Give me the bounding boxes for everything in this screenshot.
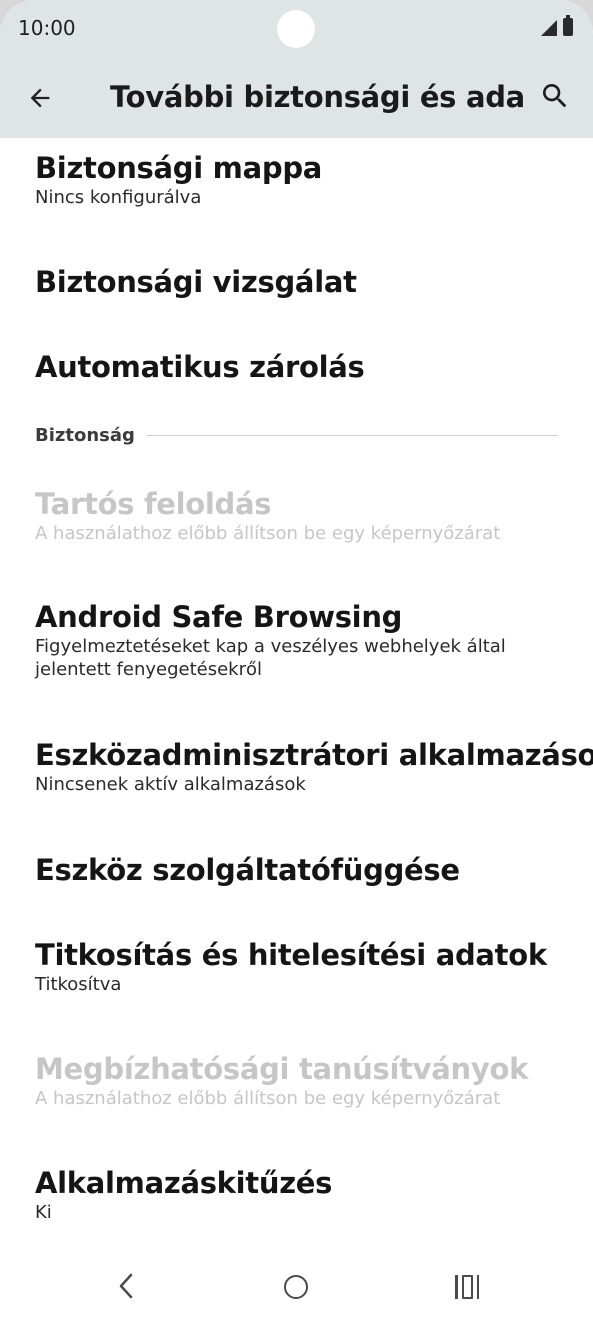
item-title: Biztonsági vizsgálat (35, 265, 357, 299)
item-subtitle: Figyelmeztetéseket kap a veszélyes webhe… (35, 636, 506, 680)
item-subtitle: Nincsenek aktív alkalmazások (35, 774, 306, 795)
list-item-device-admin-apps[interactable]: Eszközadminisztrátori alkalmazások Nincs… (35, 737, 593, 796)
search-button[interactable] (539, 80, 575, 116)
item-subtitle: Titkosítva (35, 974, 122, 995)
item-subtitle: Ki (35, 1202, 52, 1223)
search-icon (543, 84, 567, 108)
signal-icon (541, 20, 557, 36)
page-title: További biztonsági és adatv... (110, 80, 525, 114)
nav-recents-icon-bar (476, 1275, 479, 1299)
system-nav-bar (0, 1250, 593, 1322)
list-item-app-pinning[interactable]: Alkalmazáskitűzés Ki (35, 1165, 565, 1224)
section-label: Biztonság (35, 424, 135, 446)
item-subtitle: A használathoz előbb állítson be egy kép… (35, 523, 501, 544)
item-title: Megbízhatósági tanúsítványok (35, 1052, 529, 1086)
item-title: Automatikus zárolás (35, 350, 365, 384)
nav-home-button[interactable] (284, 1275, 308, 1299)
item-subtitle: Nincs konfigurálva (35, 187, 202, 208)
list-item-auto-lock[interactable]: Automatikus zárolás (35, 349, 565, 385)
nav-recents-icon-box (461, 1275, 473, 1299)
item-title: Tartós feloldás (35, 487, 272, 521)
item-title: Alkalmazáskitűzés (35, 1166, 333, 1200)
section-header: Biztonság (35, 423, 558, 447)
section-divider (146, 434, 558, 436)
item-title: Eszközadminisztrátori alkalmazások (35, 738, 593, 772)
battery-icon (563, 15, 573, 36)
nav-recents-button[interactable] (455, 1275, 479, 1299)
status-icons (541, 15, 573, 36)
item-title: Biztonsági mappa (35, 151, 323, 185)
list-item-carrier-lock[interactable]: Eszköz szolgáltatófüggése (35, 852, 565, 888)
list-item-secure-folder[interactable]: Biztonsági mappa Nincs konfigurálva (35, 150, 565, 209)
item-title: Eszköz szolgáltatófüggése (35, 853, 460, 887)
back-button[interactable] (22, 80, 58, 116)
item-title: Android Safe Browsing (35, 600, 403, 634)
nav-recents-icon (455, 1275, 458, 1299)
item-subtitle: A használathoz előbb állítson be egy kép… (35, 1088, 501, 1109)
list-item-extend-unlock: Tartós feloldás A használathoz előbb áll… (35, 486, 565, 545)
arrow-left-icon (30, 88, 50, 108)
nav-back-icon (119, 1273, 133, 1299)
top-app-bar: 10:00 További biztonsági és adatv... (0, 0, 593, 138)
item-title: Titkosítás és hitelesítési adatok (35, 938, 547, 972)
list-item-trust-agents: Megbízhatósági tanúsítványok A használat… (35, 1051, 565, 1110)
status-time: 10:00 (18, 16, 76, 40)
list-item-security-scan[interactable]: Biztonsági vizsgálat (35, 264, 565, 300)
list-item-encryption-credentials[interactable]: Titkosítás és hitelesítési adatok Titkos… (35, 937, 565, 996)
nav-back-button[interactable] (114, 1266, 138, 1306)
screen: 10:00 További biztonsági és adatv... Biz… (0, 0, 593, 1322)
list-item-safe-browsing[interactable]: Android Safe Browsing Figyelmeztetéseket… (35, 599, 565, 681)
camera-cutout (277, 10, 315, 48)
